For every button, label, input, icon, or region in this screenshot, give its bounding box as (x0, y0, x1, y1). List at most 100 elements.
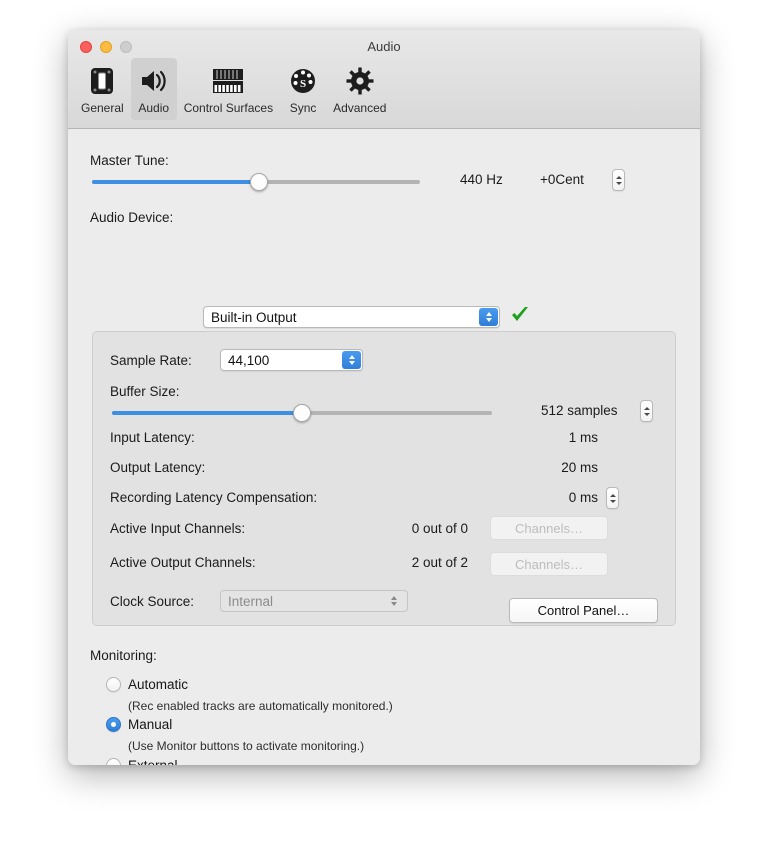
stepper-up-icon[interactable] (643, 406, 650, 410)
recording-latency-value: 0 ms (568, 490, 598, 505)
recording-latency-stepper[interactable] (606, 487, 619, 509)
sample-rate-combo[interactable]: 44,100 (220, 349, 363, 371)
sample-rate-label-row: Sample Rate: (110, 353, 192, 368)
chevron-up-icon (348, 355, 355, 359)
output-latency-value-row: 20 ms (468, 460, 598, 475)
radio-external-indicator[interactable] (106, 758, 121, 765)
active-input-channels-value-row: 0 out of 0 (368, 521, 468, 536)
radio-automatic-desc: (Rec enabled tracks are automatically mo… (128, 699, 393, 713)
audio-device-settings-panel (92, 331, 676, 626)
control-panel-button[interactable]: Control Panel… (509, 598, 658, 623)
active-output-channels-label-row: Active Output Channels: (110, 555, 256, 570)
buffer-size-fill (112, 411, 302, 415)
output-latency-label: Output Latency: (110, 460, 206, 475)
screenshot-root: Audio General Audio Control Surfaces S S… (0, 0, 768, 853)
monitoring-label-row: Monitoring: (90, 648, 157, 663)
clock-source-label: Clock Source: (110, 594, 195, 609)
radio-automatic-indicator[interactable] (106, 677, 121, 692)
master-tune-fill (92, 180, 260, 184)
audio-device-label: Audio Device: (90, 210, 174, 225)
buffer-size-label: Buffer Size: (110, 384, 180, 399)
green-check-icon (510, 305, 530, 330)
stepper-up-icon[interactable] (609, 493, 616, 497)
tab-advanced[interactable]: Advanced (326, 58, 393, 120)
radio-automatic[interactable]: Automatic (106, 677, 188, 692)
chevron-down-icon (348, 361, 355, 365)
buffer-size-label-row: Buffer Size: (110, 384, 180, 399)
master-tune-frequency: 440 Hz (460, 172, 503, 187)
tab-control-surfaces[interactable]: Control Surfaces (177, 58, 280, 120)
chevron-down-icon (390, 602, 397, 606)
chevron-up-icon (390, 596, 397, 600)
stepper-up-icon[interactable] (615, 175, 622, 179)
tab-control-surfaces-label: Control Surfaces (183, 101, 274, 115)
master-tune-cents: +0Cent (540, 172, 584, 187)
input-latency-value-row: 1 ms (468, 430, 598, 445)
active-output-channels-label: Active Output Channels: (110, 555, 256, 570)
chevron-up-icon (485, 312, 492, 316)
active-output-channels-value: 2 out of 2 (411, 555, 468, 570)
tab-sync[interactable]: S Sync (280, 58, 326, 120)
tab-audio-label: Audio (138, 101, 170, 115)
tab-general-label: General (81, 101, 124, 115)
clock-source-popup: Internal (220, 590, 408, 612)
recording-latency-label-row: Recording Latency Compensation: (110, 490, 317, 505)
tab-audio[interactable]: Audio (130, 58, 177, 120)
input-channels-button: Channels… (490, 516, 608, 540)
active-input-channels-value: 0 out of 0 (411, 521, 468, 536)
audio-device-value: Built-in Output (211, 309, 297, 325)
recording-latency-value-row: 0 ms (468, 490, 598, 505)
master-tune-label: Master Tune: (90, 153, 169, 168)
input-latency-label: Input Latency: (110, 430, 195, 445)
stepper-down-icon[interactable] (643, 412, 650, 416)
audio-preferences-window: Audio General Audio Control Surfaces S S… (68, 30, 700, 765)
radio-automatic-label: Automatic (128, 677, 189, 692)
output-latency-label-row: Output Latency: (110, 460, 205, 475)
master-tune-cents-row: +0Cent (540, 172, 584, 187)
buffer-size-stepper[interactable] (640, 400, 653, 422)
audio-device-label-row: Audio Device: (90, 210, 173, 225)
audio-device-popup[interactable]: Built-in Output (203, 306, 500, 328)
sample-rate-label: Sample Rate: (110, 353, 192, 368)
speaker-icon (138, 62, 170, 100)
input-latency-label-row: Input Latency: (110, 430, 195, 445)
buffer-size-slider[interactable] (112, 404, 492, 422)
recording-latency-label: Recording Latency Compensation: (110, 490, 318, 505)
chevron-down-icon (485, 318, 492, 322)
keyboard-icon (211, 62, 245, 100)
radio-manual-indicator[interactable] (106, 717, 121, 732)
master-tune-stepper[interactable] (612, 169, 625, 191)
monitoring-label: Monitoring: (90, 648, 157, 663)
audio-device-chevrons-icon[interactable] (479, 308, 498, 326)
stepper-down-icon[interactable] (609, 499, 616, 503)
window-titlebar: Audio General Audio Control Surfaces S S… (68, 30, 700, 129)
sync-reel-icon: S (288, 62, 318, 100)
active-input-channels-label-row: Active Input Channels: (110, 521, 245, 536)
toolbar-tabs: General Audio Control Surfaces S Sync Ad… (74, 58, 393, 120)
gear-icon (345, 62, 375, 100)
sample-rate-chevrons-icon[interactable] (342, 351, 361, 369)
clock-source-label-row: Clock Source: (110, 594, 194, 609)
radio-external[interactable]: External (106, 758, 178, 765)
clock-source-value: Internal (228, 593, 274, 609)
buffer-size-value-row: 512 samples (541, 403, 618, 418)
active-input-channels-label: Active Input Channels: (110, 521, 246, 536)
radio-manual-desc: (Use Monitor buttons to activate monitor… (128, 739, 365, 753)
radio-manual[interactable]: Manual (106, 717, 172, 732)
master-tune-thumb[interactable] (250, 173, 269, 191)
output-latency-value: 20 ms (561, 460, 598, 475)
stepper-down-icon[interactable] (615, 181, 622, 185)
master-tune-label-row: Master Tune: (90, 153, 169, 168)
tab-advanced-label: Advanced (333, 101, 387, 115)
general-switch-icon (87, 62, 117, 100)
sample-rate-value: 44,100 (228, 352, 270, 368)
window-title: Audio (367, 39, 401, 54)
input-latency-value: 1 ms (568, 430, 598, 445)
master-tune-slider[interactable] (92, 173, 420, 191)
clock-source-chevrons-icon (384, 592, 403, 610)
tab-general[interactable]: General (74, 58, 131, 120)
tab-sync-label: Sync (289, 101, 317, 115)
buffer-size-thumb[interactable] (293, 404, 311, 422)
radio-manual-label: Manual (128, 717, 173, 732)
active-output-channels-value-row: 2 out of 2 (368, 555, 468, 570)
